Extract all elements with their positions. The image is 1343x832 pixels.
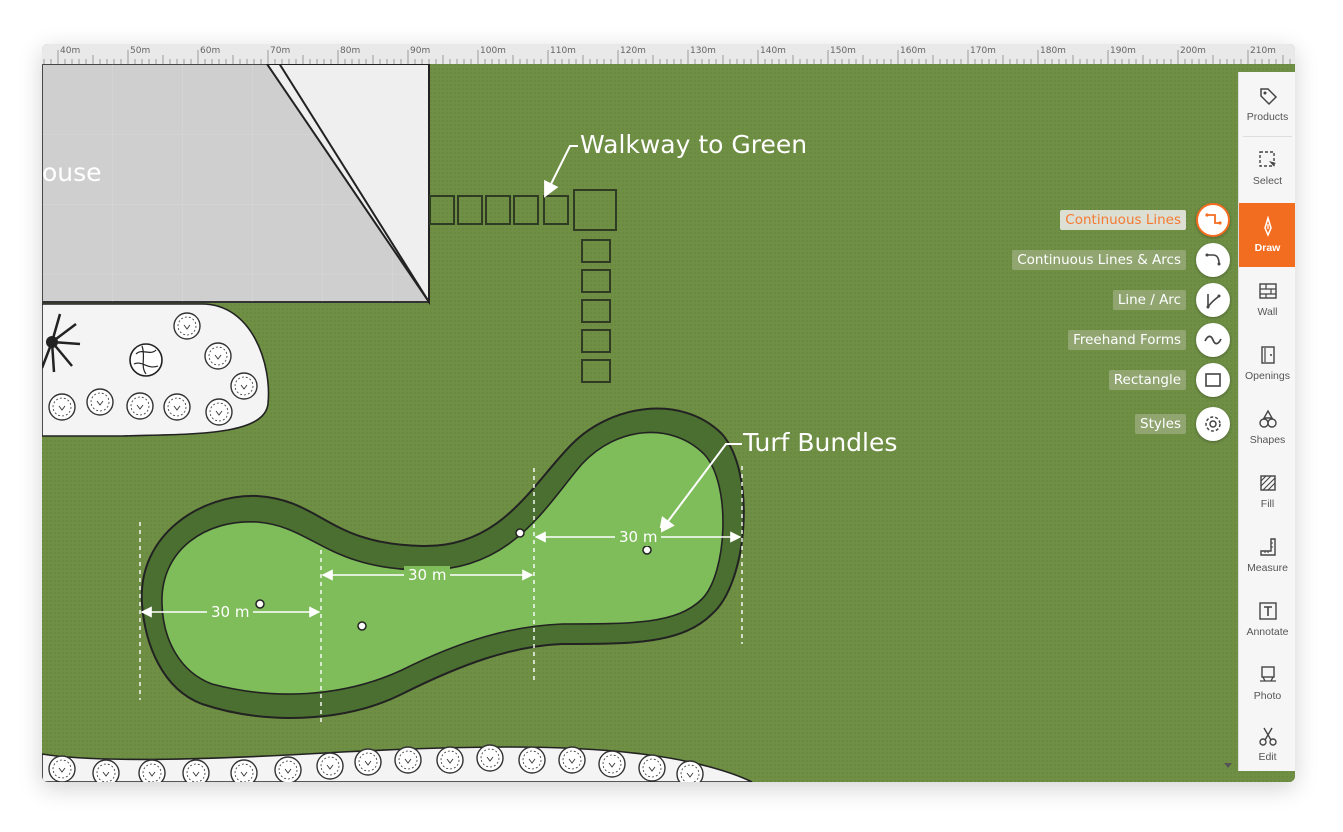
ruler-tick-label: 50m bbox=[130, 46, 151, 56]
ruler-tick-label: 190m bbox=[1110, 46, 1136, 56]
ruler-tick-label: 90m bbox=[410, 46, 431, 56]
right-toolbar: Products Select Draw Wall Openings Shape… bbox=[1238, 72, 1295, 771]
dimension-label[interactable]: 30 m bbox=[404, 566, 451, 584]
products-label: Products bbox=[1246, 111, 1289, 123]
wall-icon bbox=[1258, 283, 1277, 299]
edit-tool[interactable]: Edit bbox=[1239, 717, 1295, 771]
ruler-ticks bbox=[43, 50, 1291, 64]
fill-tool[interactable]: Fill bbox=[1239, 461, 1295, 521]
fill-label: Fill bbox=[1260, 498, 1275, 510]
dimension-label[interactable]: 30 m bbox=[615, 528, 662, 546]
ruler-tick-label: 120m bbox=[620, 46, 646, 56]
ruler-tick-label: 70m bbox=[270, 46, 291, 56]
draw-option-button[interactable] bbox=[1196, 283, 1230, 317]
ruler-tick-label: 200m bbox=[1180, 46, 1206, 56]
annotate-tool[interactable]: Annotate bbox=[1239, 589, 1295, 649]
hole-marker[interactable] bbox=[642, 545, 652, 555]
tag-icon bbox=[1259, 88, 1277, 106]
ruler-tick-label: 100m bbox=[480, 46, 506, 56]
products-tool[interactable]: Products bbox=[1239, 74, 1295, 134]
draw-option-rectangle[interactable]: Rectangle bbox=[942, 363, 1230, 397]
select-icon bbox=[1258, 151, 1276, 168]
draw-option-label[interactable]: Rectangle bbox=[1108, 370, 1186, 390]
hole-marker[interactable] bbox=[357, 621, 367, 631]
fill-icon bbox=[1259, 475, 1276, 491]
pen-icon bbox=[1263, 216, 1272, 237]
ruler-tick-label: 40m bbox=[60, 46, 81, 56]
ruler-tick-label: 150m bbox=[830, 46, 856, 56]
annotate-label: Annotate bbox=[1246, 626, 1289, 638]
select-tool[interactable]: Select bbox=[1239, 138, 1295, 198]
wall-tool[interactable]: Wall bbox=[1239, 269, 1295, 329]
ruler-tick-label: 170m bbox=[970, 46, 996, 56]
ruler-tick-label: 60m bbox=[200, 46, 221, 56]
top-ruler: 40m 50m 60m 70m 80m 90m 100m 110m 120m 130m 140m 15… bbox=[42, 44, 1295, 65]
ruler-tick-label: 80m bbox=[340, 46, 361, 56]
turf-label[interactable]: Turf Bundles bbox=[743, 428, 897, 457]
gear-icon bbox=[1205, 416, 1221, 432]
continuous-lines-icon bbox=[1205, 213, 1222, 225]
hole-marker[interactable] bbox=[515, 528, 525, 538]
draw-option-button[interactable] bbox=[1196, 323, 1230, 357]
openings-tool[interactable]: Openings bbox=[1239, 333, 1295, 393]
draw-tool[interactable]: Draw bbox=[1239, 203, 1295, 267]
draw-option-button[interactable] bbox=[1196, 243, 1230, 277]
ruler-tick-label: 160m bbox=[900, 46, 926, 56]
shapes-icon bbox=[1258, 409, 1277, 428]
text-icon bbox=[1258, 602, 1277, 620]
ruler-icon bbox=[1259, 538, 1276, 556]
dimension-label[interactable]: 30 m bbox=[207, 603, 254, 621]
ruler-tick-label: 140m bbox=[760, 46, 786, 56]
select-label: Select bbox=[1252, 175, 1283, 187]
app-window: 40m 50m 60m 70m 80m 90m 100m 110m 120m 130m 140m 15… bbox=[42, 44, 1295, 782]
ruler-tick-label: 180m bbox=[1040, 46, 1066, 56]
wall-label: Wall bbox=[1257, 306, 1278, 318]
draw-option-gear[interactable]: Styles bbox=[942, 407, 1230, 441]
shapes-label: Shapes bbox=[1249, 434, 1286, 446]
shapes-tool[interactable]: Shapes bbox=[1239, 397, 1295, 457]
door-icon bbox=[1260, 346, 1275, 364]
draw-option-button[interactable] bbox=[1196, 363, 1230, 397]
hole-marker[interactable] bbox=[255, 599, 265, 609]
ruler-tick-label: 130m bbox=[690, 46, 716, 56]
draw-option-button[interactable] bbox=[1196, 407, 1230, 441]
draw-option-lines-arcs[interactable]: Continuous Lines & Arcs bbox=[942, 243, 1230, 277]
scroll-down-icon[interactable] bbox=[1224, 763, 1232, 768]
draw-option-label[interactable]: Continuous Lines bbox=[1060, 210, 1186, 230]
draw-option-label[interactable]: Line / Arc bbox=[1112, 290, 1186, 310]
globe-tree-icon bbox=[129, 343, 163, 377]
draw-option-label[interactable]: Styles bbox=[1135, 414, 1186, 434]
line-arc-icon bbox=[1206, 294, 1221, 309]
ruler-tick-label: 110m bbox=[550, 46, 576, 56]
draw-option-label[interactable]: Freehand Forms bbox=[1068, 330, 1186, 350]
rectangle-icon bbox=[1205, 373, 1221, 387]
photo-tool[interactable]: Photo bbox=[1239, 653, 1295, 713]
openings-label: Openings bbox=[1245, 370, 1290, 382]
edit-label: Edit bbox=[1258, 751, 1277, 763]
draw-option-button[interactable] bbox=[1196, 203, 1230, 237]
photo-label: Photo bbox=[1253, 690, 1282, 702]
walkway-label[interactable]: Walkway to Green bbox=[580, 130, 807, 159]
garden-bed-top[interactable] bbox=[42, 303, 270, 437]
draw-option-label[interactable]: Continuous Lines & Arcs bbox=[1012, 250, 1186, 270]
freehand-icon bbox=[1204, 335, 1222, 345]
photo-icon bbox=[1259, 666, 1276, 682]
draw-option-continuous-lines[interactable]: Continuous Lines bbox=[942, 203, 1230, 237]
scissors-icon bbox=[1258, 727, 1277, 746]
draw-option-line-arc[interactable]: Line / Arc bbox=[942, 283, 1230, 317]
house-label: ouse bbox=[42, 158, 102, 187]
ruler-tick-label: 210m bbox=[1250, 46, 1276, 56]
draw-option-freehand[interactable]: Freehand Forms bbox=[942, 323, 1230, 357]
measure-label: Measure bbox=[1247, 562, 1288, 574]
lines-arcs-icon bbox=[1205, 253, 1221, 266]
measure-tool[interactable]: Measure bbox=[1239, 525, 1295, 585]
draw-label: Draw bbox=[1254, 242, 1281, 254]
